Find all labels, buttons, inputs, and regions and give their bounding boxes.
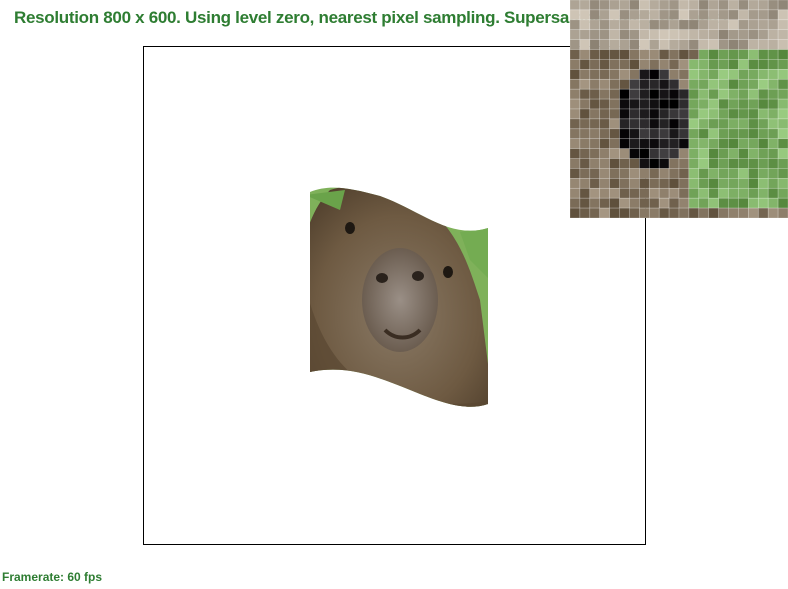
framerate-label: Framerate: 60 fps	[2, 570, 103, 584]
zoom-inset	[570, 0, 788, 218]
